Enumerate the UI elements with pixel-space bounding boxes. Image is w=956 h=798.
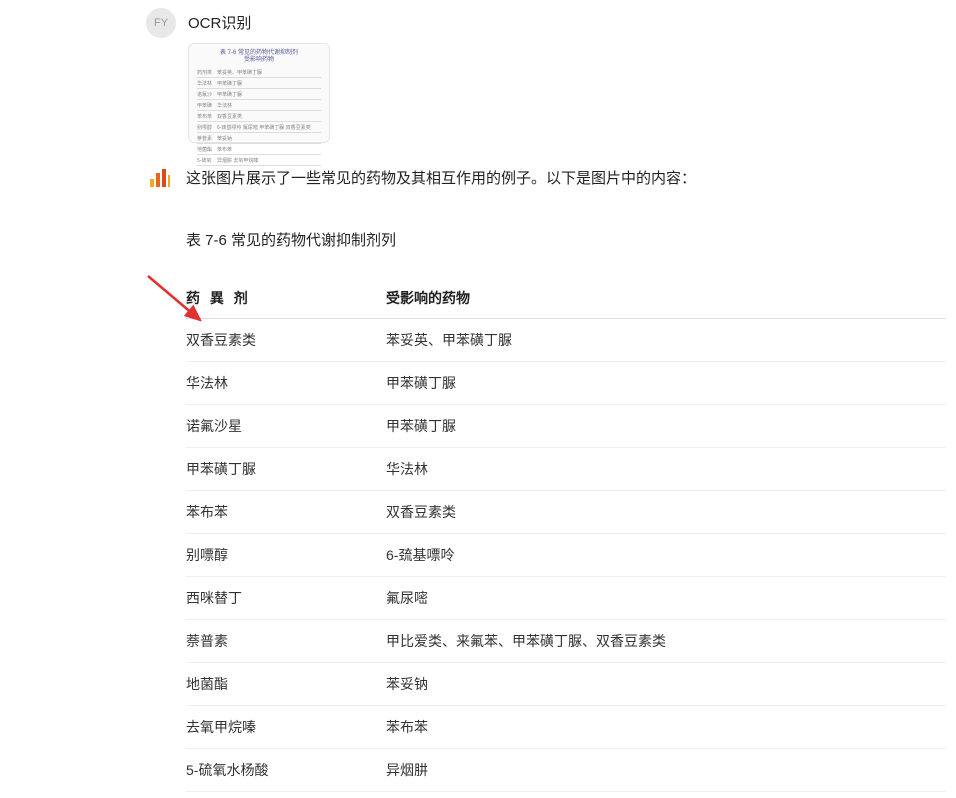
- table-cell-affected: 甲苯磺丁脲: [386, 405, 946, 448]
- table-row: 双香豆素类苯妥英、甲苯磺丁脲: [186, 319, 946, 362]
- user-message-row: FY OCR识别 表 7-6 常见的药物代谢抑制剂 受影响药物 药剂类苯妥英、甲…: [146, 8, 956, 143]
- table-cell-affected: 苯妥英、甲苯磺丁脲: [386, 319, 946, 362]
- attachment-preview-line: 别嘌醇6-巯基嘌呤 氟尿嘧 甲苯磺丁脲 双香豆素类: [197, 122, 321, 133]
- attachment-preview-line: 地菌酯苯布苯: [197, 144, 321, 155]
- attachment-preview-line: 甲苯磺华法林: [197, 100, 321, 111]
- bot-message-content: 这张图片展示了一些常见的药物及其相互作用的例子。以下是图片中的内容： 表 7-6…: [186, 163, 956, 792]
- avatar-initials: FY: [154, 17, 168, 29]
- table-cell-drug: 甲苯磺丁脲: [186, 448, 386, 491]
- table-caption: 表 7-6 常见的药物代谢抑制剂列: [186, 229, 956, 250]
- table-row: 苯布苯双香豆素类: [186, 491, 946, 534]
- table-row: 去氧甲烷嗪苯布苯: [186, 706, 946, 749]
- table-row: 别嘌醇6-巯基嘌呤: [186, 534, 946, 577]
- table-cell-drug: 5-硫氧水杨酸: [186, 749, 386, 792]
- attachment-preview-line: 苯布苯双香豆素类: [197, 111, 321, 122]
- table-cell-drug: 西咪替丁: [186, 577, 386, 620]
- table-cell-drug: 苯布苯: [186, 491, 386, 534]
- attachment-preview-line: 萘普素苯妥钠: [197, 133, 321, 144]
- table-cell-drug: 双香豆素类: [186, 319, 386, 362]
- table-cell-drug: 去氧甲烷嗪: [186, 706, 386, 749]
- table-cell-affected: 氟尿嘧: [386, 577, 946, 620]
- table-cell-drug: 华法林: [186, 362, 386, 405]
- bot-avatar: [146, 163, 174, 191]
- table-cell-affected: 华法林: [386, 448, 946, 491]
- user-message-content: OCR识别 表 7-6 常见的药物代谢抑制剂 受影响药物 药剂类苯妥英、甲苯磺丁…: [188, 8, 956, 143]
- table-cell-affected: 甲比爱类、来氟苯、甲苯磺丁脲、双香豆素类: [386, 620, 946, 663]
- table-header-col2: 受影响的药物: [386, 278, 946, 319]
- response-section: 表 7-6 常见的药物代谢抑制剂列 药 異 剂 受影响的药物 双香豆素类苯妥英、…: [186, 229, 956, 792]
- table-cell-affected: 苯妥钠: [386, 663, 946, 706]
- table-cell-affected: 苯布苯: [386, 706, 946, 749]
- bot-intro-text: 这张图片展示了一些常见的药物及其相互作用的例子。以下是图片中的内容：: [186, 167, 956, 191]
- table-row: 地菌酯苯妥钠: [186, 663, 946, 706]
- table-cell-drug: 别嘌醇: [186, 534, 386, 577]
- table-header-col1: 药 異 剂: [186, 278, 386, 319]
- table-cell-drug: 萘普素: [186, 620, 386, 663]
- table-cell-drug: 地菌酯: [186, 663, 386, 706]
- bot-logo-icon: [146, 163, 174, 191]
- table-row: 萘普素甲比爱类、来氟苯、甲苯磺丁脲、双香豆素类: [186, 620, 946, 663]
- attachment-preview-title: 表 7-6 常见的药物代谢抑制剂 受影响药物: [197, 50, 321, 64]
- table-cell-affected: 6-巯基嘌呤: [386, 534, 946, 577]
- attachment-preview-line: 华法林甲苯磺丁脲: [197, 78, 321, 89]
- table-row: 西咪替丁氟尿嘧: [186, 577, 946, 620]
- table-header-row: 药 異 剂 受影响的药物: [186, 278, 946, 319]
- attachment-preview-line: 诺氟沙甲苯磺丁脲: [197, 89, 321, 100]
- drug-table: 药 異 剂 受影响的药物 双香豆素类苯妥英、甲苯磺丁脲华法林甲苯磺丁脲诺氟沙星甲…: [186, 278, 946, 792]
- table-row: 5-硫氧水杨酸异烟肼: [186, 749, 946, 792]
- table-row: 诺氟沙星甲苯磺丁脲: [186, 405, 946, 448]
- attachment-preview-line: 药剂类苯妥英、甲苯磺丁脲: [197, 67, 321, 78]
- attachment-preview-line: 5-硫氧异烟肼 去氧甲烷嗪: [197, 155, 321, 166]
- table-cell-affected: 异烟肼: [386, 749, 946, 792]
- table-cell-affected: 甲苯磺丁脲: [386, 362, 946, 405]
- table-row: 华法林甲苯磺丁脲: [186, 362, 946, 405]
- user-avatar: FY: [146, 8, 176, 38]
- image-attachment[interactable]: 表 7-6 常见的药物代谢抑制剂 受影响药物 药剂类苯妥英、甲苯磺丁脲华法林甲苯…: [188, 43, 330, 143]
- table-cell-affected: 双香豆素类: [386, 491, 946, 534]
- table-row: 甲苯磺丁脲华法林: [186, 448, 946, 491]
- user-message-text: OCR识别: [188, 12, 956, 33]
- table-cell-drug: 诺氟沙星: [186, 405, 386, 448]
- bot-message-row: 这张图片展示了一些常见的药物及其相互作用的例子。以下是图片中的内容： 表 7-6…: [146, 163, 956, 792]
